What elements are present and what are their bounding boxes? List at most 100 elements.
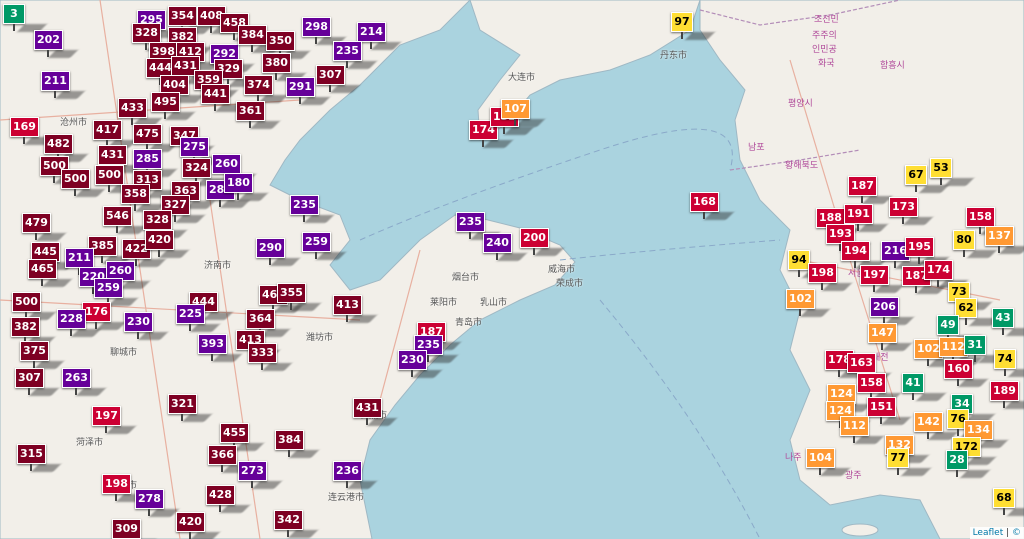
aqi-station-marker[interactable]: 324: [182, 158, 211, 185]
aqi-station-marker[interactable]: 211: [65, 248, 94, 275]
aqi-station-marker[interactable]: 228: [57, 309, 86, 336]
aqi-station-marker[interactable]: 482: [44, 134, 73, 161]
aqi-station-marker[interactable]: 176: [82, 302, 111, 329]
aqi-station-marker[interactable]: 275: [180, 137, 209, 164]
aqi-station-marker[interactable]: 374: [244, 75, 273, 102]
aqi-station-marker[interactable]: 49: [937, 315, 959, 342]
aqi-station-marker[interactable]: 187: [848, 176, 877, 203]
aqi-station-marker[interactable]: 235: [456, 212, 485, 239]
aqi-station-marker[interactable]: 315: [17, 444, 46, 471]
aqi-station-marker[interactable]: 104: [806, 448, 835, 475]
aqi-station-marker[interactable]: 68: [993, 488, 1015, 515]
aqi-station-marker[interactable]: 366: [208, 445, 237, 472]
aqi-station-marker[interactable]: 321: [168, 394, 197, 421]
aqi-station-marker[interactable]: 328: [132, 23, 161, 50]
aqi-station-marker[interactable]: 291: [286, 77, 315, 104]
aqi-station-marker[interactable]: 495: [151, 92, 180, 119]
aqi-station-marker[interactable]: 479: [22, 213, 51, 240]
aqi-station-marker[interactable]: 194: [841, 241, 870, 268]
aqi-station-marker[interactable]: 200: [520, 228, 549, 255]
aqi-station-marker[interactable]: 147: [868, 323, 897, 350]
aqi-station-marker[interactable]: 158: [966, 207, 995, 234]
aqi-station-marker[interactable]: 259: [302, 232, 331, 259]
aqi-station-marker[interactable]: 420: [145, 230, 174, 257]
aqi-station-marker[interactable]: 28: [946, 450, 968, 477]
aqi-station-marker[interactable]: 160: [944, 359, 973, 386]
aqi-station-marker[interactable]: 174: [924, 260, 953, 287]
aqi-station-marker[interactable]: 333: [248, 343, 277, 370]
aqi-station-marker[interactable]: 375: [20, 341, 49, 368]
aqi-station-marker[interactable]: 235: [290, 195, 319, 222]
aqi-station-marker[interactable]: 74: [994, 349, 1016, 376]
aqi-station-marker[interactable]: 230: [398, 350, 427, 377]
aqi-station-marker[interactable]: 307: [316, 65, 345, 92]
aqi-station-marker[interactable]: 428: [206, 485, 235, 512]
aqi-station-marker[interactable]: 102: [786, 289, 815, 316]
aqi-station-marker[interactable]: 358: [121, 184, 150, 211]
aqi-station-marker[interactable]: 431: [98, 145, 127, 172]
aqi-station-marker[interactable]: 475: [133, 124, 162, 151]
aqi-station-marker[interactable]: 307: [15, 368, 44, 395]
aqi-station-marker[interactable]: 298: [302, 17, 331, 44]
aqi-station-marker[interactable]: 455: [220, 423, 249, 450]
aqi-station-marker[interactable]: 206: [870, 297, 899, 324]
aqi-station-marker[interactable]: 364: [246, 309, 275, 336]
aqi-station-marker[interactable]: 263: [62, 368, 91, 395]
aqi-station-marker[interactable]: 112: [840, 416, 869, 443]
aqi-station-marker[interactable]: 211: [41, 71, 70, 98]
aqi-station-marker[interactable]: 151: [867, 397, 896, 424]
aqi-station-marker[interactable]: 94: [788, 250, 810, 277]
aqi-station-marker[interactable]: 384: [275, 430, 304, 457]
leaflet-link[interactable]: Leaflet: [973, 528, 1004, 538]
aqi-station-marker[interactable]: 417: [93, 120, 122, 147]
aqi-station-marker[interactable]: 198: [808, 263, 837, 290]
aqi-station-marker[interactable]: 380: [262, 53, 291, 80]
aqi-station-marker[interactable]: 80: [953, 230, 975, 257]
aqi-station-marker[interactable]: 225: [176, 304, 205, 331]
aqi-station-marker[interactable]: 214: [357, 22, 386, 49]
aqi-station-marker[interactable]: 107: [501, 99, 530, 126]
aqi-station-marker[interactable]: 173: [889, 197, 918, 224]
aqi-station-marker[interactable]: 441: [201, 84, 230, 111]
aqi-station-marker[interactable]: 43: [992, 308, 1014, 335]
aqi-station-marker[interactable]: 342: [274, 510, 303, 537]
aqi-station-marker[interactable]: 230: [124, 312, 153, 339]
aqi-station-marker[interactable]: 158: [857, 373, 886, 400]
aqi-station-marker[interactable]: 500: [61, 169, 90, 196]
aqi-station-marker[interactable]: 273: [238, 461, 267, 488]
aqi-station-marker[interactable]: 420: [176, 512, 205, 539]
aqi-station-marker[interactable]: 235: [333, 41, 362, 68]
aqi-station-marker[interactable]: 236: [333, 461, 362, 488]
aqi-station-marker[interactable]: 202: [34, 30, 63, 57]
aqi-station-marker[interactable]: 465: [28, 259, 57, 286]
aqi-station-marker[interactable]: 384: [238, 25, 267, 52]
aqi-station-marker[interactable]: 191: [844, 204, 873, 231]
aqi-station-marker[interactable]: 309: [112, 519, 141, 539]
aqi-station-marker[interactable]: 259: [94, 278, 123, 305]
aqi-station-marker[interactable]: 195: [905, 237, 934, 264]
aqi-station-marker[interactable]: 393: [198, 334, 227, 361]
aqi-station-marker[interactable]: 142: [914, 412, 943, 439]
aqi-station-marker[interactable]: 433: [118, 98, 147, 125]
aqi-station-marker[interactable]: 355: [277, 283, 306, 310]
aqi-station-marker[interactable]: 382: [11, 317, 40, 344]
aqi-station-marker[interactable]: 328: [143, 210, 172, 237]
aqi-station-marker[interactable]: 31: [964, 335, 986, 362]
aqi-station-marker[interactable]: 169: [10, 117, 39, 144]
aqi-station-marker[interactable]: 77: [887, 448, 909, 475]
aqi-station-marker[interactable]: 500: [95, 165, 124, 192]
aqi-station-marker[interactable]: 67: [905, 165, 927, 192]
aqi-station-marker[interactable]: 168: [690, 192, 719, 219]
aqi-station-marker[interactable]: 198: [102, 474, 131, 501]
aqi-station-marker[interactable]: 260: [212, 154, 241, 181]
aqi-station-marker[interactable]: 285: [133, 149, 162, 176]
aqi-station-marker[interactable]: 240: [483, 233, 512, 260]
aqi-station-marker[interactable]: 180: [224, 173, 253, 200]
aqi-station-marker[interactable]: 97: [671, 12, 693, 39]
aqi-station-marker[interactable]: 3: [3, 4, 25, 31]
aqi-station-marker[interactable]: 197: [92, 406, 121, 433]
copyright-link[interactable]: ©: [1012, 528, 1021, 538]
aqi-station-marker[interactable]: 41: [902, 373, 924, 400]
aqi-station-marker[interactable]: 500: [12, 292, 41, 319]
aqi-station-marker[interactable]: 278: [135, 489, 164, 516]
